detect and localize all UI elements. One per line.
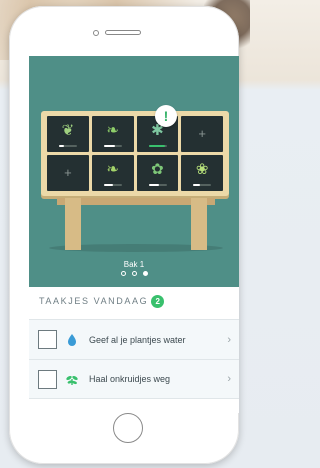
planter-grid: ❦ ❧ ✱ + + ❧ ✿ ❀ <box>47 116 223 191</box>
task-checkbox[interactable] <box>38 330 57 349</box>
task-list: Geef al je plantjes water › Haal onkruid… <box>29 319 239 399</box>
growth-progress-fill <box>59 145 65 147</box>
task-item-water[interactable]: Geef al je plantjes water › <box>29 319 239 359</box>
home-button[interactable] <box>113 413 143 443</box>
chevron-right-icon: › <box>227 333 231 346</box>
page-dot[interactable] <box>131 271 137 276</box>
chevron-right-icon: › <box>227 373 231 385</box>
growth-progress-bar <box>148 184 167 186</box>
growth-progress-fill <box>148 184 160 186</box>
box-label: Bak 1 <box>123 260 145 269</box>
planter-cell[interactable]: + <box>47 155 89 191</box>
seedling-icon: ❦ <box>61 122 75 139</box>
planter-cell[interactable]: ❧ <box>91 155 134 191</box>
alert-badge[interactable]: ! <box>155 105 177 127</box>
plus-icon: + <box>198 126 206 141</box>
stand-leg-left <box>65 198 81 250</box>
planter-cell[interactable]: ❧ <box>91 116 134 152</box>
planter-cell[interactable]: ❀ <box>181 155 223 191</box>
front-camera <box>93 30 99 36</box>
stand-leg-right <box>191 198 207 250</box>
page-dot[interactable] <box>142 271 148 276</box>
earpiece-speaker <box>105 30 141 35</box>
page-dot[interactable] <box>120 271 126 276</box>
planter-cell[interactable]: ❦ <box>47 116 89 152</box>
seedling-icon: ❧ <box>106 122 119 139</box>
growth-progress-bar <box>103 184 122 186</box>
planter-box[interactable]: ❦ ❧ ✱ + + ❧ ✿ ❀ <box>41 111 229 196</box>
growth-progress-fill <box>103 184 113 186</box>
planter-stand <box>49 198 223 252</box>
growth-progress-fill <box>103 145 115 147</box>
phone-frame: ❦ ❧ ✱ + + ❧ ✿ ❀ ! Bak 1 TAAKJES VANDAAG 2 Ge <box>9 6 239 464</box>
app-screen: ❦ ❧ ✱ + + ❧ ✿ ❀ ! Bak 1 TAAKJES VANDAAG 2 Ge <box>29 56 239 413</box>
task-item-weed[interactable]: Haal onkruidjes weg › <box>29 359 239 399</box>
growth-progress-bar <box>148 145 167 147</box>
planter-cell[interactable]: + <box>181 116 223 152</box>
growth-progress-bar <box>193 184 212 186</box>
tasks-title: TAAKJES VANDAAG <box>39 296 149 306</box>
leaf-icon: ✿ <box>151 161 164 178</box>
task-label: Haal onkruidjes weg <box>89 374 171 384</box>
task-checkbox[interactable] <box>38 369 57 389</box>
planter-cell[interactable]: ✿ <box>136 155 179 191</box>
seedling-icon: ❧ <box>106 161 119 178</box>
lettuce-icon: ❀ <box>195 161 209 178</box>
task-label: Geef al je plantjes water <box>89 334 186 345</box>
growth-progress-bar <box>59 145 77 147</box>
weed-icon <box>66 375 78 385</box>
tasks-header: TAAKJES VANDAAG 2 <box>39 294 165 308</box>
growth-progress-fill <box>193 184 201 186</box>
tasks-count-badge: 2 <box>151 294 165 308</box>
page-indicator[interactable] <box>29 271 239 276</box>
plus-icon: + <box>64 165 72 180</box>
growth-progress-fill <box>148 145 165 147</box>
growth-progress-bar <box>103 145 122 147</box>
garden-hero: ❦ ❧ ✱ + + ❧ ✿ ❀ ! Bak 1 <box>29 56 239 287</box>
water-drop-icon <box>68 333 76 346</box>
